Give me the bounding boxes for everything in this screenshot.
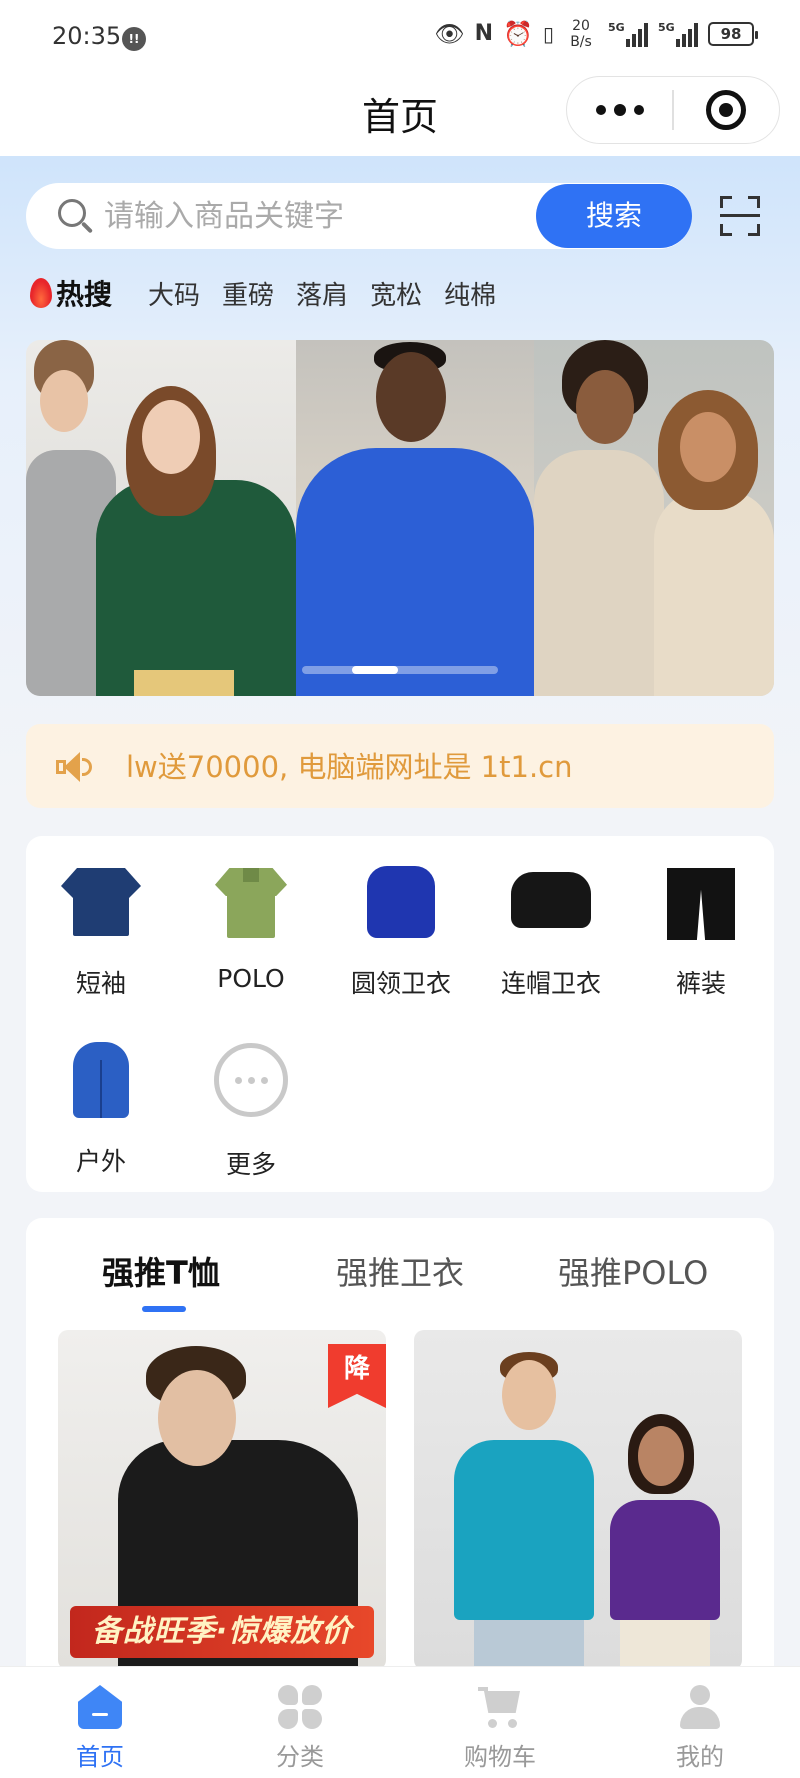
close-miniprogram-button[interactable] — [674, 76, 779, 144]
hot-tag[interactable]: 宽松 — [370, 275, 422, 312]
nav-bar: 首页 — [0, 76, 800, 156]
search-button[interactable]: 搜索 — [536, 184, 692, 248]
category-item[interactable]: 圆领卫衣 — [326, 862, 476, 1000]
tab-hoodie[interactable]: 强推卫衣 — [336, 1248, 464, 1294]
scan-icon[interactable] — [720, 196, 760, 236]
sweatshirt-icon — [361, 862, 441, 942]
product-card[interactable] — [414, 1330, 742, 1670]
hot-search: 热搜 大码 重磅 落肩 宽松 纯棉 — [30, 273, 518, 313]
search-input[interactable] — [104, 183, 534, 249]
hot-tag[interactable]: 重磅 — [222, 275, 274, 312]
tab-polo[interactable]: 强推POLO — [558, 1248, 708, 1294]
shorts-icon — [661, 862, 741, 942]
tab-home[interactable]: 首页 — [0, 1667, 200, 1778]
tshirt-icon — [61, 862, 141, 942]
signal-2-icon: 5G — [658, 21, 698, 47]
banner-slide — [26, 340, 296, 696]
hot-tag[interactable]: 落肩 — [296, 275, 348, 312]
category-label: 户外 — [75, 1147, 126, 1176]
dot-icon — [595, 105, 606, 115]
tab-label: 购物车 — [464, 1743, 536, 1771]
home-icon — [78, 1685, 122, 1729]
tab-tshirt[interactable]: 强推T恤 — [102, 1248, 220, 1294]
hot-tag[interactable]: 大码 — [148, 275, 200, 312]
jacket-icon — [61, 1040, 141, 1120]
eye-icon: 👁 — [434, 20, 465, 48]
search-bar: 搜索 — [26, 183, 692, 249]
promo-banner: 备战旺季·惊爆放价 — [70, 1606, 374, 1658]
tab-category[interactable]: 分类 — [200, 1667, 400, 1778]
search-icon — [58, 199, 86, 227]
nfc-icon: N — [474, 21, 494, 46]
hoodie-icon — [511, 862, 591, 942]
status-bar: 20:35 !! 👁 N ⏰ ▯ 20 B/s 5G 5G 98 — [0, 0, 800, 76]
cart-icon — [478, 1685, 522, 1729]
category-item[interactable]: 短袖 — [26, 862, 176, 1000]
bottom-tab-bar: 首页 分类 购物车 我的 — [0, 1666, 800, 1778]
alarm-icon: ⏰ — [503, 20, 533, 48]
category-item[interactable]: 更多 — [176, 1040, 326, 1181]
tab-indicator — [142, 1306, 186, 1312]
category-item[interactable]: 裤装 — [626, 862, 776, 1000]
category-label: POLO — [217, 964, 285, 993]
category-icon — [278, 1685, 322, 1729]
dot-icon — [613, 104, 626, 116]
miniprogram-capsule — [566, 76, 780, 144]
banner-slide — [296, 340, 534, 696]
category-label: 裤装 — [675, 969, 726, 998]
category-label: 更多 — [225, 1150, 276, 1179]
banner-carousel[interactable] — [26, 340, 774, 696]
notification-badge-icon: !! — [122, 27, 146, 51]
category-label: 圆领卫衣 — [350, 969, 451, 998]
more-menu-button[interactable] — [567, 76, 672, 144]
category-item[interactable]: POLO — [176, 862, 326, 993]
hot-search-title: 热搜 — [56, 278, 113, 311]
battery-icon: 98 — [708, 22, 758, 46]
category-item[interactable]: 连帽卫衣 — [476, 862, 626, 1000]
banner-slide — [534, 340, 774, 696]
status-icons: 👁 N ⏰ ▯ 20 B/s 5G 5G 98 — [434, 18, 758, 50]
net-speed: 20 B/s — [570, 18, 592, 50]
category-label: 连帽卫衣 — [500, 969, 601, 998]
dot-icon — [633, 105, 644, 115]
notice-bar[interactable]: lw送70000, 电脑端网址是 1t1.cn — [26, 724, 774, 808]
notice-text: lw送70000, 电脑端网址是 1t1.cn — [126, 750, 573, 784]
category-label: 短袖 — [75, 969, 126, 998]
product-card[interactable]: 降 备战旺季·惊爆放价 — [58, 1330, 386, 1670]
signal-1-icon: 5G — [608, 21, 648, 47]
tab-profile[interactable]: 我的 — [600, 1667, 800, 1778]
status-time: 20:35 — [52, 22, 122, 50]
vibrate-icon: ▯ — [542, 22, 554, 46]
polo-icon — [211, 862, 291, 942]
speaker-icon — [56, 752, 92, 782]
tab-label: 分类 — [276, 1743, 324, 1771]
category-item[interactable]: 户外 — [26, 1040, 176, 1178]
fire-icon — [30, 278, 52, 308]
price-drop-badge: 降 — [328, 1344, 386, 1408]
more-icon — [211, 1043, 291, 1123]
tab-label: 我的 — [676, 1743, 724, 1771]
tab-cart[interactable]: 购物车 — [400, 1667, 600, 1778]
signal-2-label: 5G — [658, 21, 675, 34]
signal-1-label: 5G — [608, 21, 625, 34]
category-grid: 短袖 POLO 圆领卫衣 连帽卫衣 裤装 户外 更多 — [26, 836, 774, 1192]
tab-label: 首页 — [76, 1743, 124, 1771]
hot-tag[interactable]: 纯棉 — [444, 275, 496, 312]
target-icon — [706, 90, 747, 130]
carousel-indicator — [302, 666, 498, 674]
profile-icon — [678, 1685, 722, 1729]
